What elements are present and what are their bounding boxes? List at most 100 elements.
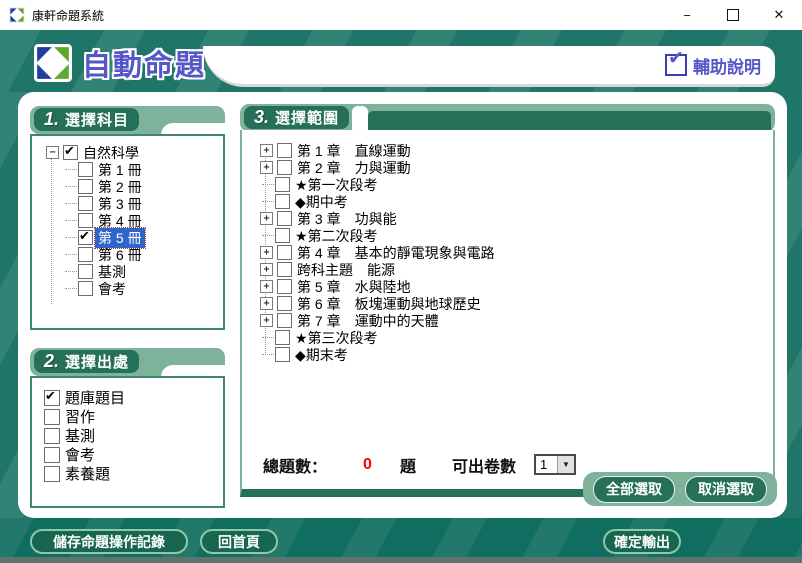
tree-item[interactable]: 第 5 冊 (63, 229, 223, 246)
confirm-output-button[interactable]: 確定輸出 (603, 529, 681, 554)
item-checkbox[interactable] (277, 296, 292, 311)
checklist-item[interactable]: 基測 (44, 426, 223, 445)
expander-icon[interactable] (260, 297, 273, 310)
collapse-icon[interactable] (46, 146, 59, 159)
item-checkbox[interactable] (277, 160, 292, 175)
tree-item[interactable]: 第 4 章 基本的靜電現象與電路 (260, 244, 773, 261)
source-panel: 題庫題目 習作 基測 (30, 376, 225, 508)
expander-icon[interactable] (260, 314, 273, 327)
expander-icon[interactable] (260, 144, 273, 157)
tree-item[interactable]: 第 6 章 板塊運動與地球歷史 (260, 295, 773, 312)
app-logo-icon (9, 7, 25, 23)
expander-icon[interactable] (260, 280, 273, 293)
panel3-tab: 3. 選擇範圍 (244, 106, 349, 129)
item-checkbox[interactable] (275, 330, 290, 345)
total-questions-value: 0 (363, 452, 372, 478)
tree-item[interactable]: 第 5 章 水與陸地 (260, 278, 773, 295)
tree-item[interactable]: ★第三次段考 (260, 329, 773, 346)
item-checkbox[interactable] (44, 447, 60, 463)
expander-icon[interactable] (260, 212, 273, 225)
tree-item[interactable]: ★第一次段考 (260, 176, 773, 193)
page-title: 自動命題 (82, 42, 206, 84)
panel3-title: 選擇範圍 (275, 107, 339, 128)
item-checkbox[interactable] (44, 409, 60, 425)
checklist-item[interactable]: 素養題 (44, 464, 223, 483)
tree-item[interactable]: ◆期中考 (260, 193, 773, 210)
checklist-item-label[interactable]: 素養題 (62, 463, 113, 484)
item-checkbox[interactable] (78, 213, 93, 228)
deselect-button[interactable]: 取消選取 (685, 476, 767, 503)
tree-item-root[interactable]: 自然科學 (46, 144, 223, 161)
chevron-down-icon: ▼ (562, 460, 570, 469)
total-questions-label: 總題數： (263, 452, 327, 478)
tree-item[interactable]: 會考 (63, 280, 223, 297)
tree-connector (63, 164, 74, 175)
expander-icon[interactable] (260, 263, 273, 276)
item-checkbox[interactable] (78, 196, 93, 211)
tree-item[interactable]: 第 7 章 運動中的天體 (260, 312, 773, 329)
expander-icon[interactable] (260, 230, 271, 241)
maximize-button[interactable] (710, 0, 756, 30)
dropdown-button[interactable]: ▼ (557, 456, 574, 473)
item-checkbox[interactable] (44, 390, 60, 406)
tree-item-label[interactable]: 會考 (95, 279, 129, 299)
tree-item[interactable]: 第 2 章 力與運動 (260, 159, 773, 176)
expander-icon[interactable] (260, 246, 273, 259)
item-checkbox[interactable] (277, 279, 292, 294)
item-checkbox[interactable] (78, 264, 93, 279)
close-button[interactable]: ✕ (756, 0, 802, 30)
tree-item[interactable]: 第 3 冊 (63, 195, 223, 212)
item-checkbox[interactable] (275, 177, 290, 192)
item-checkbox[interactable] (277, 211, 292, 226)
tree-item[interactable]: 第 1 章 直線運動 (260, 142, 773, 159)
item-checkbox[interactable] (277, 262, 292, 277)
expander-icon[interactable] (260, 332, 271, 343)
root-checkbox[interactable] (63, 145, 78, 160)
item-checkbox[interactable] (78, 230, 93, 245)
item-checkbox[interactable] (275, 194, 290, 209)
item-checkbox[interactable] (275, 228, 290, 243)
checklist-item[interactable]: 會考 (44, 445, 223, 464)
checklist-item[interactable]: 題庫題目 (44, 388, 223, 407)
tree-item[interactable]: 第 6 冊 (63, 246, 223, 263)
tree-item[interactable]: 第 1 冊 (63, 161, 223, 178)
item-checkbox[interactable] (275, 347, 290, 362)
item-checkbox[interactable] (78, 281, 93, 296)
checklist-item-label[interactable]: 題庫題目 (62, 387, 128, 408)
checklist-item-label[interactable]: 基測 (62, 425, 98, 446)
checklist-item[interactable]: 習作 (44, 407, 223, 426)
tree-item[interactable]: 第 4 冊 (63, 212, 223, 229)
item-checkbox[interactable] (277, 245, 292, 260)
range-tree-rows: 第 1 章 直線運動 第 2 章 力與運動 (260, 142, 773, 363)
minimize-button[interactable]: − (664, 0, 710, 30)
tree-item[interactable]: 基測 (63, 263, 223, 280)
help-button[interactable]: 輔助說明 (665, 53, 761, 78)
tree-item[interactable]: ◆期末考 (260, 346, 773, 363)
panel1-step: 1. (44, 109, 59, 130)
home-button[interactable]: 回首頁 (200, 529, 278, 554)
checklist-item-label[interactable]: 習作 (62, 406, 98, 427)
tree-item[interactable]: 第 3 章 功與能 (260, 210, 773, 227)
tree-item[interactable]: ★第二次段考 (260, 227, 773, 244)
item-checkbox[interactable] (277, 313, 292, 328)
checklist-item-label[interactable]: 會考 (62, 444, 98, 465)
expander-icon[interactable] (260, 196, 271, 207)
tree-item-label[interactable]: ◆期末考 (292, 345, 351, 365)
expander-icon[interactable] (260, 179, 271, 190)
save-log-button[interactable]: 儲存命題操作記錄 (30, 529, 188, 554)
item-checkbox[interactable] (277, 143, 292, 158)
tree-item[interactable]: 第 2 冊 (63, 178, 223, 195)
item-checkbox[interactable] (78, 162, 93, 177)
subject-tree-panel: 自然科學 第 1 冊 (30, 134, 225, 330)
item-checkbox[interactable] (78, 179, 93, 194)
item-checkbox[interactable] (44, 466, 60, 482)
paper-count-select[interactable]: 1 ▼ (534, 454, 576, 475)
window-title: 康軒命題系統 (32, 7, 664, 24)
item-checkbox[interactable] (44, 428, 60, 444)
item-checkbox[interactable] (78, 247, 93, 262)
expander-icon[interactable] (260, 349, 271, 360)
expander-icon[interactable] (260, 161, 273, 174)
help-check-icon (665, 54, 687, 76)
select-all-button[interactable]: 全部選取 (593, 476, 675, 503)
tree-item[interactable]: 跨科主題 能源 (260, 261, 773, 278)
